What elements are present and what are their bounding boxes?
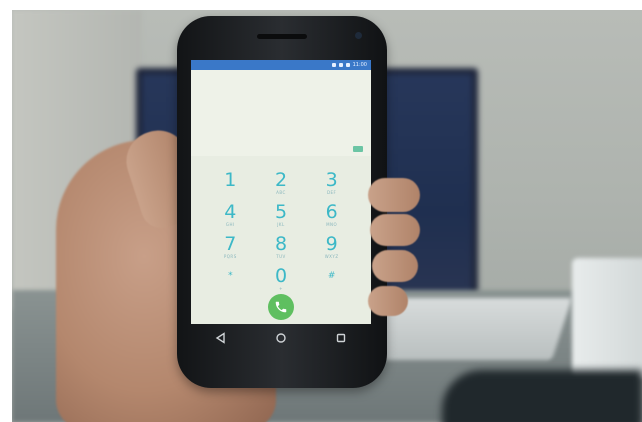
key-letters: JKL (277, 222, 285, 227)
back-triangle-icon (215, 332, 225, 344)
key-digit: 4 (224, 201, 237, 223)
signal-icon (331, 63, 336, 67)
smartphone: 11:00 1 2 ABC 3 DEF 4 GHI 5 JKL 6 MNO 7 … (177, 16, 387, 388)
key-letters: DEF (326, 190, 337, 195)
dial-key-3[interactable]: 3 DEF (306, 170, 357, 200)
status-time: 11:00 (352, 62, 367, 68)
wifi-icon (338, 63, 343, 67)
finger (370, 214, 420, 246)
recents-square-icon (336, 333, 346, 343)
key-digit: 5 (274, 201, 288, 223)
key-letters: ABC (276, 190, 286, 195)
background-mug (572, 258, 642, 378)
key-letters: MNO (326, 222, 338, 227)
key-digit: 3 (325, 169, 338, 191)
key-digit: 0 (274, 265, 288, 287)
dial-key-star[interactable]: * (205, 266, 256, 296)
battery-icon (345, 63, 350, 67)
dial-key-6[interactable]: 6 MNO (306, 202, 357, 232)
finger (372, 250, 418, 282)
dial-key-hash[interactable]: # (306, 266, 357, 296)
key-letters: TUV (276, 254, 286, 259)
status-bar: 11:00 (191, 60, 371, 70)
dial-key-0[interactable]: 0 + (256, 266, 307, 296)
key-digit: 1 (224, 169, 237, 191)
key-letters: GHI (225, 222, 235, 227)
recents-button[interactable] (331, 328, 351, 348)
key-digit: 6 (325, 201, 338, 223)
key-letters: WXYZ (324, 254, 339, 259)
dial-key-8[interactable]: 8 TUV (256, 234, 307, 264)
dial-key-2[interactable]: 2 ABC (256, 170, 307, 200)
home-circle-icon (276, 333, 286, 343)
photo-scene: 11:00 1 2 ABC 3 DEF 4 GHI 5 JKL 6 MNO 7 … (12, 10, 642, 422)
call-button[interactable] (268, 294, 294, 320)
earpiece-speaker (257, 34, 307, 39)
dial-key-1[interactable]: 1 (205, 170, 256, 200)
dial-key-9[interactable]: 9 WXYZ (306, 234, 357, 264)
dial-key-5[interactable]: 5 JKL (256, 202, 307, 232)
dial-key-7[interactable]: 7 PQRS (205, 234, 256, 264)
front-camera (355, 32, 362, 39)
key-digit: 7 (224, 233, 237, 255)
key-digit: * (228, 271, 233, 281)
back-button[interactable] (211, 328, 231, 348)
background-dark-object (442, 370, 642, 422)
key-letters: PQRS (223, 254, 237, 259)
dialpad: 1 2 ABC 3 DEF 4 GHI 5 JKL 6 MNO 7 PQRS 8… (205, 170, 357, 296)
dial-key-4[interactable]: 4 GHI (205, 202, 256, 232)
phone-icon (275, 301, 287, 313)
backspace-icon[interactable] (353, 146, 363, 152)
home-button[interactable] (271, 328, 291, 348)
phone-screen: 11:00 1 2 ABC 3 DEF 4 GHI 5 JKL 6 MNO 7 … (191, 60, 371, 324)
key-digit: 9 (325, 233, 338, 255)
key-digit: 8 (274, 233, 288, 255)
navigation-bar (191, 326, 371, 350)
key-digit: 2 (274, 169, 288, 191)
key-letters: + (279, 286, 283, 291)
finger (368, 178, 420, 212)
dialed-number-display (191, 70, 371, 156)
key-digit: # (327, 271, 336, 281)
finger (368, 286, 408, 316)
